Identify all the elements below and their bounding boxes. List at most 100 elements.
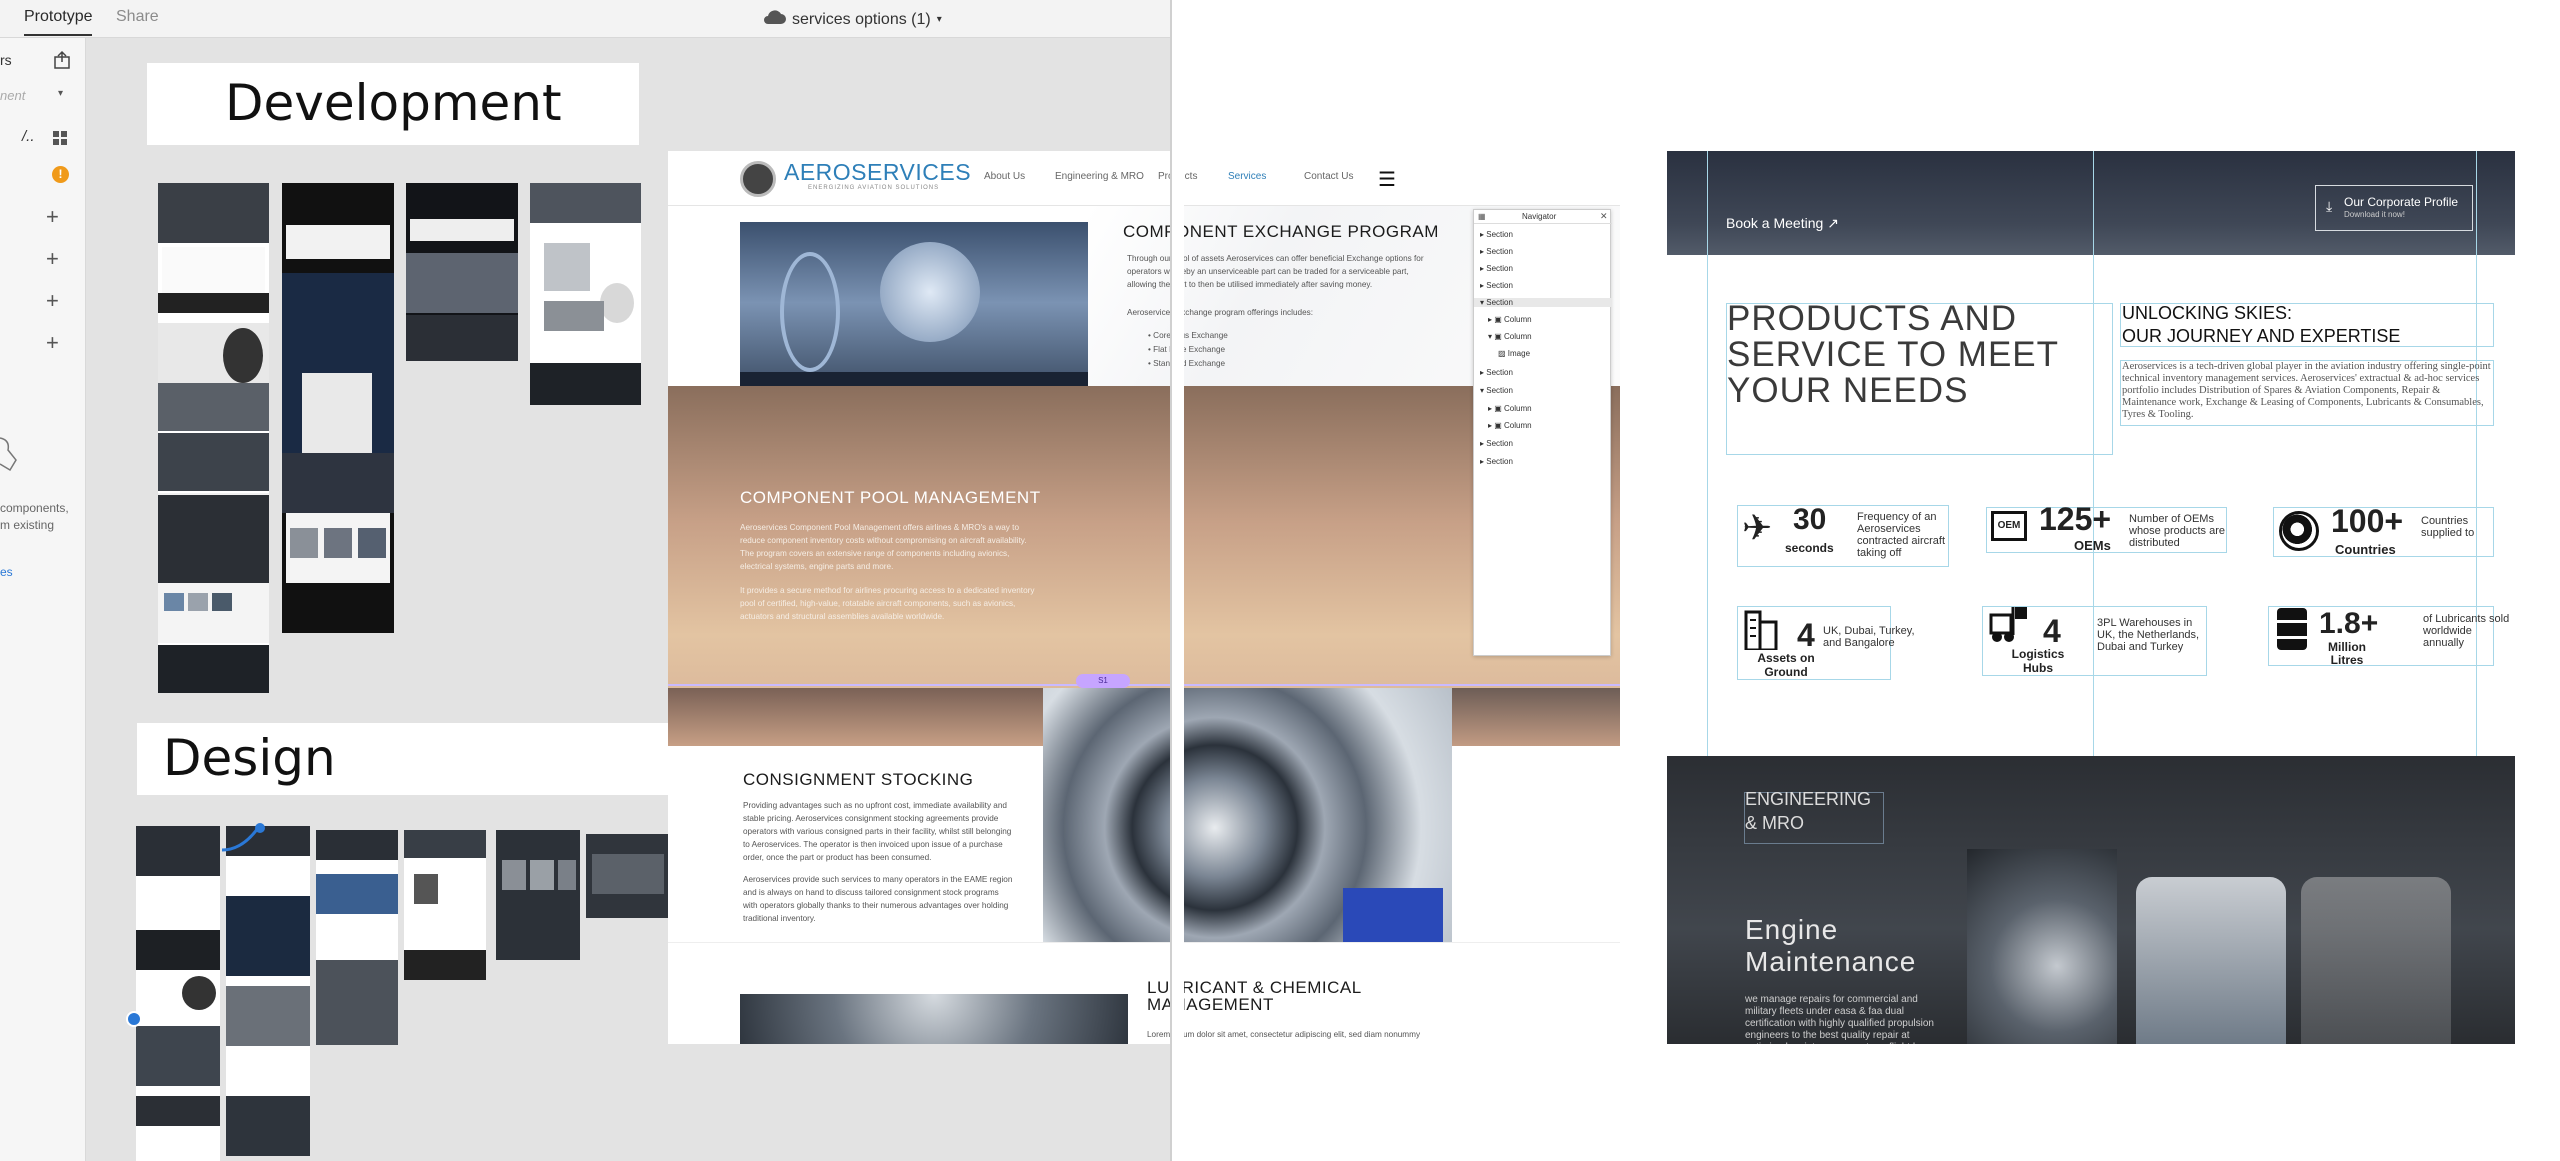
artboard-thumbnail[interactable] [226,826,310,1156]
artboard-thumbnail[interactable] [136,826,220,1161]
stat-unit: seconds [1785,541,1834,555]
turbine-engine-image [1043,688,1452,942]
profile-title: Our Corporate Profile [2344,195,2459,209]
navigator-panel[interactable]: ▦ Navigator ✕ ▸ Section ▸ Section ▸ Sect… [1473,209,1612,656]
artboard-thumbnail[interactable] [496,830,580,960]
slash-icon: /.. [22,128,35,145]
canvas-divider [1170,0,1184,1161]
warning-icon[interactable]: ! [52,166,69,183]
navigator-row[interactable]: ▸ Section [1480,281,1513,290]
stat-desc: 3PL Warehouses in UK, the Netherlands, D… [2097,617,2200,653]
artboard-thumbnail[interactable] [406,183,518,361]
nav-about-us[interactable]: About Us [984,171,1025,182]
artboard-thumbnail[interactable] [282,183,394,633]
grid-view-icon[interactable] [52,130,68,151]
learn-more-link[interactable]: es [0,565,13,579]
sky-strip [1452,688,1620,746]
profile-subtitle: Download it now! [2344,210,2405,219]
navigator-row[interactable]: ▸ Section [1480,457,1513,466]
component-dropdown[interactable]: nent [0,88,25,103]
exchange-list-item: • Flat Rate Exchange [1148,345,1226,354]
eng-label-line: & MRO [1745,813,1805,833]
selection-badge[interactable]: S1 [1076,674,1130,688]
connection-handle-icon[interactable] [126,1011,142,1027]
navigator-row[interactable]: ▾ ▣ Column [1488,332,1532,341]
navigator-row[interactable]: ▸ Section [1480,230,1513,239]
navigator-row[interactable]: ▸ Section [1480,247,1513,256]
hint-line: m existing [0,518,55,532]
corporate-profile-button[interactable]: ⤓ Our Corporate Profile Download it now! [2315,185,2473,231]
add-icon[interactable]: + [46,204,59,230]
add-icon[interactable]: + [46,246,59,272]
document-title: services options (1) [792,10,931,28]
navigator-row[interactable]: ▸ ▣ Column [1488,404,1532,413]
workshop-image [2301,877,2451,1044]
artboard-thumbnail[interactable] [316,830,398,1045]
nav-contact-us[interactable]: Contact Us [1304,171,1353,182]
development-board-label: Development [147,63,639,145]
navigator-layout-icon[interactable]: ▦ [1478,212,1486,221]
subheading: UNLOCKING SKIES: OUR JOURNEY AND EXPERTI… [2122,302,2400,348]
navigator-title: Navigator [1522,212,1557,221]
prototype-link-icon[interactable] [220,822,270,852]
chevron-down-icon[interactable]: ▾ [58,88,63,99]
share-export-icon[interactable] [52,50,72,75]
stat-unit: Logistics Hubs [2011,647,2065,675]
navigator-row[interactable]: ▸ ▣ Column [1488,421,1532,430]
headline: PRODUCTS AND SERVICE TO MEET YOUR NEEDS [1727,301,2059,409]
design-heading: Design [163,729,336,787]
close-icon[interactable]: ✕ [1600,211,1608,222]
panel-header-fragment: rs [0,52,12,68]
stat-unit: Countries [2335,542,2396,557]
development-heading: Development [225,74,562,132]
artboard-thumbnail[interactable] [586,834,670,918]
globe-icon [2279,511,2319,551]
home-page-artboard[interactable]: Book a Meeting ↗ ⤓ Our Corporate Profile… [1667,151,2515,1044]
stat-number: 125+ [2039,501,2112,537]
consignment-header-strip [668,688,1043,746]
engine-title-line: Engine [1745,914,1839,945]
site-navbar: AEROSERVICES ENERGIZING AVIATION SOLUTIO… [668,151,1620,206]
stat-number: 100+ [2331,503,2404,539]
navigator-row[interactable]: ▸ Section [1480,368,1513,377]
navigator-row[interactable]: ▸ ▣ Column [1488,315,1532,324]
stat-unit: Assets on Ground [1757,651,1815,679]
technician-image [2136,877,2286,1044]
tab-prototype[interactable]: Prototype [24,8,93,36]
stat-desc: Number of OEMs whose products are distri… [2129,513,2225,549]
hint-line: components, [0,501,69,515]
exchange-list-label: Core Plus Exchange [1153,331,1228,340]
brand-name: AEROSERVICES [784,159,972,185]
pool-text-secondary: It provides a secure method for airlines… [740,586,1035,621]
artboard-thumbnail[interactable] [158,183,269,693]
navigator-row[interactable]: ▾ Section [1480,386,1513,395]
pool-text: Aeroservices Component Pool Management o… [740,523,1027,571]
nav-engineering-mro[interactable]: Engineering & MRO [1055,171,1144,182]
navigator-row[interactable]: ▸ Section [1480,264,1513,273]
nav-services[interactable]: Services [1228,171,1266,182]
document-title-dropdown[interactable]: services options (1) ▾ [762,9,942,30]
blank-cell [1452,746,1620,942]
navigator-row-selected[interactable]: ▾ Section [1474,298,1612,307]
stat-unit: Million Litres [2328,640,2366,667]
add-icon[interactable]: + [46,288,59,314]
artboard-thumbnail[interactable] [404,830,486,980]
artboard-thumbnail[interactable] [530,183,641,405]
arrow-up-right-icon: ↗ [1827,215,1839,231]
headline-line: PRODUCTS AND [1727,299,2018,338]
stat-number: 1.8+ [2319,607,2379,640]
navigator-row[interactable]: ▸ Section [1480,439,1513,448]
headline-line: YOUR NEEDS [1727,371,1969,410]
services-page-artboard[interactable]: AEROSERVICES ENERGIZING AVIATION SOLUTIO… [668,151,1620,1044]
tab-share[interactable]: Share [116,8,159,26]
hamburger-menu-icon[interactable]: ☰ [1378,167,1396,192]
brand-logo-icon [740,161,776,197]
lubricant-image [740,994,1128,1044]
book-meeting-link[interactable]: Book a Meeting ↗ [1726,215,1839,232]
add-icon[interactable]: + [46,330,59,356]
consignment-title: CONSIGNMENT STOCKING [743,770,974,789]
lubricant-text: Lorem ipsum dolor sit amet, consectetur … [1147,1030,1421,1044]
stat-number: 4 [1797,617,1815,653]
eng-label-line: ENGINEERING [1745,789,1872,809]
navigator-row[interactable]: ▨ Image [1498,349,1530,358]
